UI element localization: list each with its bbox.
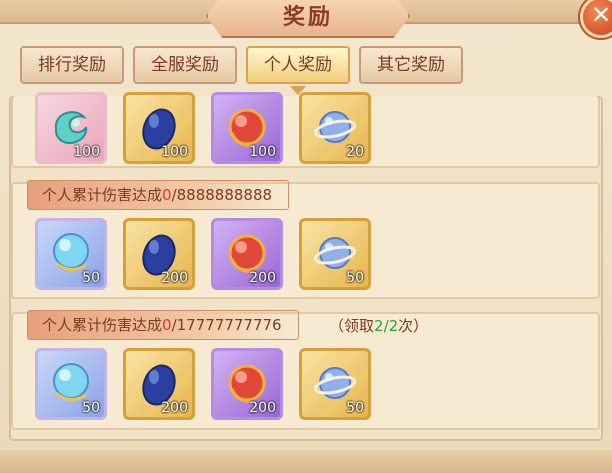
- tab-bar: 排行奖励 全服奖励 个人奖励 其它奖励: [20, 46, 470, 86]
- item-count: 20: [346, 144, 364, 160]
- progress-current: 0: [162, 316, 172, 334]
- item-count: 50: [82, 270, 100, 286]
- reward-item-slot[interactable]: 20: [299, 92, 371, 164]
- item-count: 200: [161, 400, 188, 416]
- claim-count: （领取2/2次）: [329, 312, 428, 340]
- close-icon: ✕: [590, 1, 612, 29]
- reward-item-slot[interactable]: 100: [123, 92, 195, 164]
- title-plate: 奖励: [206, 0, 410, 38]
- reward-item-slot[interactable]: 50: [35, 218, 107, 290]
- claim-done: 2: [374, 317, 384, 335]
- reward-row: 个人累计伤害达成0/8888888888 50 200 200 50: [11, 180, 600, 299]
- reward-item-slot[interactable]: 200: [211, 218, 283, 290]
- tab-label: 个人奖励: [264, 55, 332, 75]
- tab-other-reward[interactable]: 其它奖励: [359, 46, 463, 84]
- reward-item-slot[interactable]: 200: [211, 348, 283, 420]
- item-count: 200: [161, 270, 188, 286]
- window-bottom-bar: [0, 450, 612, 473]
- reward-item-slot[interactable]: 50: [299, 348, 371, 420]
- item-count: 100: [249, 144, 276, 160]
- reward-item-slot[interactable]: 50: [35, 348, 107, 420]
- tab-server-reward[interactable]: 全服奖励: [133, 46, 237, 84]
- item-count: 200: [249, 400, 276, 416]
- condition-text: 个人累计伤害达成: [42, 186, 163, 204]
- claim-close: 次）: [398, 317, 429, 335]
- item-count: 200: [249, 270, 276, 286]
- claim-open: （领取: [329, 317, 375, 335]
- item-count: 100: [73, 144, 100, 160]
- tab-ranking-reward[interactable]: 排行奖励: [20, 46, 124, 84]
- close-button[interactable]: ✕: [580, 0, 612, 38]
- tab-label: 全服奖励: [151, 55, 219, 75]
- progress-target: 8888888888: [176, 186, 273, 204]
- claim-total: 2: [388, 317, 399, 335]
- reward-item-slot[interactable]: 200: [123, 348, 195, 420]
- item-count: 100: [161, 144, 188, 160]
- reward-condition: 个人累计伤害达成0/8888888888: [27, 180, 290, 210]
- reward-item-slot[interactable]: 50: [299, 218, 371, 290]
- reward-item-slot[interactable]: 100: [35, 92, 107, 164]
- reward-item-slot[interactable]: 200: [123, 218, 195, 290]
- tab-personal-reward[interactable]: 个人奖励: [246, 46, 350, 84]
- reward-row: 个人累计伤害达成0/17777777776 （领取2/2次） 50 200 200 5…: [11, 310, 600, 430]
- progress-target: 17777777776: [176, 316, 282, 334]
- item-count: 50: [346, 270, 364, 286]
- item-count: 50: [346, 400, 364, 416]
- tab-label: 排行奖励: [38, 55, 106, 75]
- item-count: 50: [82, 400, 100, 416]
- progress-current: 0: [162, 186, 172, 204]
- reward-row: 100 100 100 20: [11, 92, 600, 168]
- reward-window: 奖励 ✕ 排行奖励 全服奖励 个人奖励 其它奖励 100 100 100 20 个人累…: [0, 0, 612, 473]
- reward-condition: 个人累计伤害达成0/17777777776: [27, 310, 299, 340]
- tab-label: 其它奖励: [377, 55, 445, 75]
- window-title: 奖励: [282, 5, 333, 30]
- condition-text: 个人累计伤害达成: [42, 316, 163, 334]
- reward-item-slot[interactable]: 100: [211, 92, 283, 164]
